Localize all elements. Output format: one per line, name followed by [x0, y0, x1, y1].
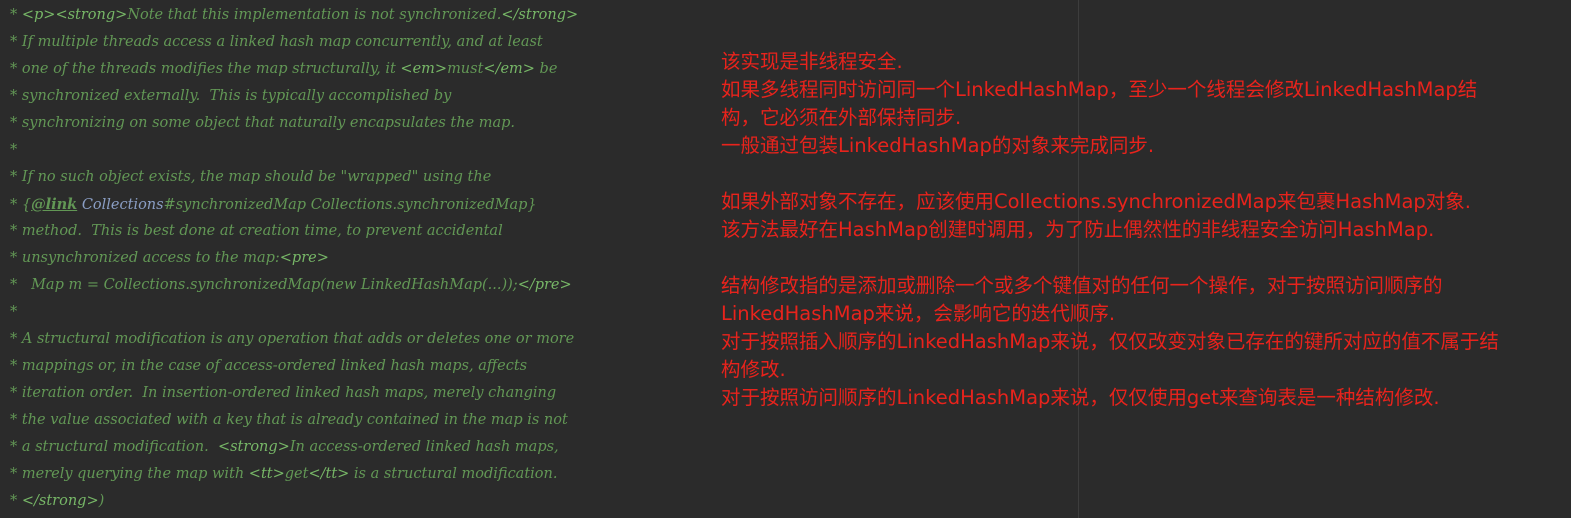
html-tag: </strong>: [21, 493, 99, 509]
html-tag: </em>: [483, 61, 535, 77]
annotation-line: 该实现是非线程安全.: [721, 50, 903, 73]
javadoc-link-tag: @link: [31, 196, 78, 213]
comment-text: * Map m = Collections.synchronizedMap(ne…: [10, 277, 518, 293]
comment-text: * the value associated with a key that i…: [10, 412, 568, 428]
code-line[interactable]: * synchronized externally. This is typic…: [10, 85, 710, 112]
comment-text: be: [534, 61, 558, 77]
annotation-line: 一般通过包装LinkedHashMap的对象来完成同步.: [721, 134, 1155, 157]
code-line[interactable]: * unsynchronized access to the map:<pre>: [10, 247, 710, 274]
html-tag: <strong>: [217, 439, 290, 455]
code-editor[interactable]: * <p><strong>Note that this implementati…: [0, 0, 1571, 518]
comment-text: * a structural modification.: [10, 439, 218, 455]
code-line[interactable]: * merely querying the map with <tt>get</…: [10, 463, 710, 490]
html-tag: <tt>: [248, 466, 285, 482]
comment-text: * If multiple threads access a linked ha…: [10, 34, 543, 50]
comment-text: get: [284, 466, 309, 482]
comment-text: must: [447, 61, 484, 77]
annotation-line: 对于按照访问顺序的LinkedHashMap来说，仅仅使用get来查询表是一种结…: [721, 386, 1440, 409]
comment-text: *: [10, 142, 18, 158]
comment-text: * If no such object exists, the map shou…: [10, 169, 492, 185]
comment-text: * iteration order. In insertion-ordered …: [10, 385, 557, 401]
annotation-line: 如果外部对象不存在，应该使用Collections.synchronizedMa…: [721, 190, 1471, 213]
html-tag: <pre>: [279, 250, 329, 266]
comment-text: Note that this implementation is not syn…: [127, 7, 502, 23]
annotation-line: 该方法最好在HashMap创建时调用，为了防止偶然性的非线程安全访问HashMa…: [721, 218, 1435, 241]
html-tag: <em>: [400, 61, 448, 77]
code-line[interactable]: * If no such object exists, the map shou…: [10, 166, 710, 193]
code-line[interactable]: * the value associated with a key that i…: [10, 409, 710, 436]
translation-annotation: 该实现是非线程安全. 如果多线程同时访问同一个LinkedHashMap，至少一个…: [721, 48, 1561, 412]
code-line[interactable]: * a structural modification. <strong>In …: [10, 436, 710, 463]
comment-text: * A structural modification is any opera…: [10, 331, 575, 347]
code-line[interactable]: * mappings or, in the case of access-ord…: [10, 355, 710, 382]
comment-text: * synchronizing on some object that natu…: [10, 115, 516, 131]
annotation-blank-line: [721, 244, 1561, 272]
comment-text: * {: [10, 197, 32, 213]
comment-text: * synchronized externally. This is typic…: [10, 88, 452, 104]
code-line[interactable]: *: [10, 301, 710, 328]
code-line[interactable]: * {@link Collections#synchronizedMap Col…: [10, 193, 710, 220]
code-line[interactable]: * A structural modification is any opera…: [10, 328, 710, 355]
code-line[interactable]: * one of the threads modifies the map st…: [10, 58, 710, 85]
comment-text: *: [10, 7, 22, 23]
comment-text: * one of the threads modifies the map st…: [10, 61, 401, 77]
code-line[interactable]: *: [10, 139, 710, 166]
annotation-line: 结构修改指的是添加或删除一个或多个键值对的任何一个操作，对于按照访问顺序的: [721, 274, 1443, 297]
html-tag: <strong>: [55, 7, 128, 23]
comment-text: * mappings or, in the case of access-ord…: [10, 358, 528, 374]
html-tag: </tt>: [308, 466, 350, 482]
code-line[interactable]: * synchronizing on some object that natu…: [10, 112, 710, 139]
comment-text: * unsynchronized access to the map:: [10, 250, 280, 266]
class-reference: Collections: [81, 197, 164, 213]
comment-text: * merely querying the map with: [10, 466, 249, 482]
comment-text: ): [98, 493, 105, 509]
html-tag: </strong>: [501, 7, 579, 23]
html-tag: </pre>: [517, 277, 572, 293]
comment-text: *: [10, 304, 18, 320]
code-line[interactable]: * method. This is best done at creation …: [10, 220, 710, 247]
javadoc-comment-block: * <p><strong>Note that this implementati…: [10, 4, 710, 517]
comment-text: * method. This is best done at creation …: [10, 223, 503, 239]
comment-text: #synchronizedMap Collections.synchronize…: [163, 197, 537, 213]
code-line[interactable]: * If multiple threads access a linked ha…: [10, 31, 710, 58]
code-line[interactable]: * iteration order. In insertion-ordered …: [10, 382, 710, 409]
comment-text: In access-ordered linked hash maps,: [289, 439, 559, 455]
annotation-line: 构修改.: [721, 358, 786, 381]
annotation-blank-line: [721, 160, 1561, 188]
comment-text: *: [10, 493, 22, 509]
code-line[interactable]: * Map m = Collections.synchronizedMap(ne…: [10, 274, 710, 301]
comment-text: is a structural modification.: [349, 466, 558, 482]
annotation-line: LinkedHashMap来说，会影响它的迭代顺序.: [721, 302, 1116, 325]
annotation-line: 对于按照插入顺序的LinkedHashMap来说，仅仅改变对象已存在的键所对应的…: [721, 330, 1499, 353]
code-line[interactable]: * </strong>): [10, 490, 710, 517]
code-line[interactable]: * <p><strong>Note that this implementati…: [10, 4, 710, 31]
html-tag: <p>: [21, 7, 56, 23]
annotation-line: 构，它必须在外部保持同步.: [721, 106, 962, 129]
annotation-line: 如果多线程同时访问同一个LinkedHashMap，至少一个线程会修改Linke…: [721, 78, 1478, 101]
